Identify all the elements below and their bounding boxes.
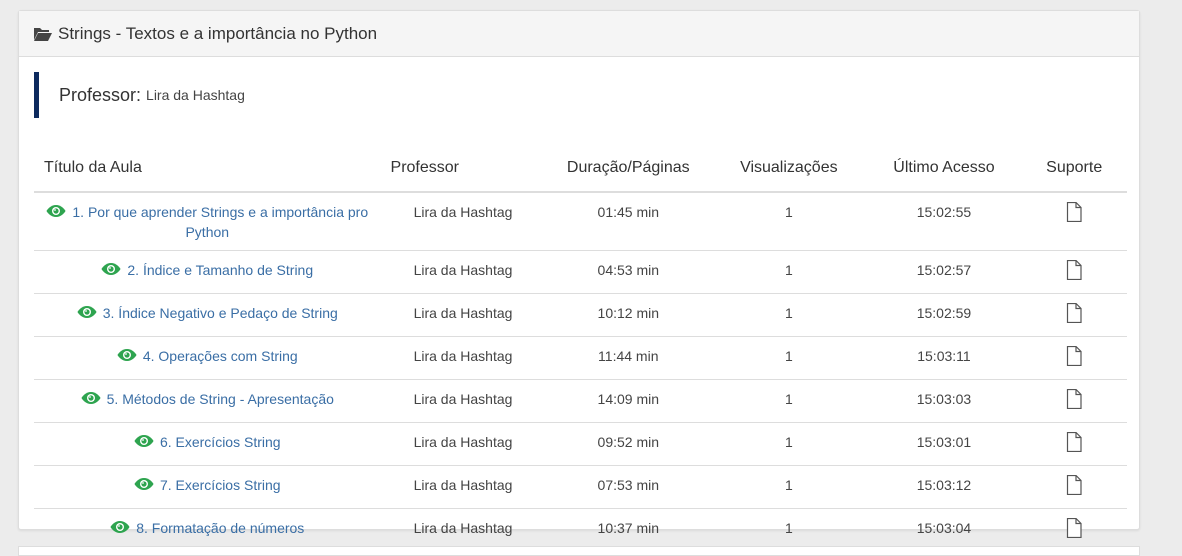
- table-row: 1. Por que aprender Strings e a importân…: [34, 192, 1127, 251]
- lesson-professor: Lira da Hashtag: [380, 465, 546, 509]
- lesson-last-access: 15:03:12: [866, 465, 1022, 509]
- lesson-views: 1: [711, 379, 867, 423]
- column-header-views: Visualizações: [711, 144, 867, 193]
- lesson-link[interactable]: 2. Índice e Tamanho de String: [127, 262, 313, 278]
- lesson-views: 1: [711, 422, 867, 466]
- file-icon[interactable]: [1066, 388, 1082, 410]
- next-panel-edge: [18, 546, 1140, 556]
- table-header-row: Título da Aula Professor Duração/Páginas…: [34, 144, 1127, 193]
- lesson-professor: Lira da Hashtag: [380, 422, 546, 466]
- lesson-views: 1: [711, 250, 867, 294]
- lesson-duration: 10:12 min: [545, 293, 712, 337]
- eye-icon: [117, 347, 137, 361]
- file-icon[interactable]: [1066, 345, 1082, 367]
- lesson-last-access: 15:02:59: [866, 293, 1022, 337]
- lesson-link[interactable]: 8. Formatação de números: [136, 520, 304, 536]
- table-row: 8. Formatação de números Lira da Hashtag…: [34, 509, 1127, 552]
- lesson-professor: Lira da Hashtag: [380, 250, 546, 294]
- eye-icon: [110, 519, 130, 533]
- eye-icon: [77, 304, 97, 318]
- lesson-views: 1: [784, 520, 793, 536]
- eye-icon: [46, 203, 66, 217]
- column-header-professor: Professor: [380, 144, 546, 193]
- file-icon[interactable]: [1066, 201, 1082, 223]
- lesson-duration: 07:53 min: [545, 465, 712, 509]
- column-header-support: Suporte: [1021, 144, 1127, 193]
- lesson-link[interactable]: 3. Índice Negativo e Pedaço de String: [103, 305, 338, 321]
- lesson-professor: Lira da Hashtag: [380, 379, 546, 423]
- table-row: 6. Exercícios String Lira da Hashtag 09:…: [34, 422, 1127, 466]
- lesson-views: 1: [711, 336, 867, 380]
- lesson-last-access: 15:02:57: [866, 250, 1022, 294]
- file-icon[interactable]: [1066, 517, 1082, 539]
- lesson-professor: Lira da Hashtag: [380, 192, 546, 251]
- eye-icon: [134, 433, 154, 447]
- eye-icon: [81, 390, 101, 404]
- lesson-views: 1: [711, 293, 867, 337]
- table-row: 7. Exercícios String Lira da Hashtag 07:…: [34, 465, 1127, 509]
- lesson-duration: 11:44 min: [545, 336, 712, 380]
- teacher-label: Professor:: [59, 84, 142, 105]
- table-row: 5. Métodos de String - Apresentação Lira…: [34, 379, 1127, 423]
- eye-icon: [101, 261, 121, 275]
- lesson-link[interactable]: 1. Por que aprender Strings e a importân…: [72, 204, 368, 240]
- lesson-last-access: 15:03:11: [866, 336, 1022, 380]
- lesson-duration: 10:37 min: [597, 520, 660, 536]
- lesson-duration: 09:52 min: [545, 422, 712, 466]
- file-icon[interactable]: [1066, 474, 1082, 496]
- file-icon[interactable]: [1066, 259, 1082, 281]
- file-icon[interactable]: [1066, 431, 1082, 453]
- eye-icon: [134, 476, 154, 490]
- lessons-table: Título da Aula Professor Duração/Páginas…: [34, 144, 1127, 551]
- lesson-link[interactable]: 4. Operações com String: [143, 348, 298, 364]
- lesson-duration: 04:53 min: [545, 250, 712, 294]
- module-title: Strings - Textos e a importância no Pyth…: [58, 23, 378, 43]
- lesson-last-access: 15:03:01: [866, 422, 1022, 466]
- lesson-views: 1: [711, 465, 867, 509]
- lesson-link[interactable]: 5. Métodos de String - Apresentação: [107, 391, 334, 407]
- module-header[interactable]: Strings - Textos e a importância no Pyth…: [19, 11, 1139, 57]
- folder-open-icon: [33, 26, 53, 42]
- lesson-last-access: 15:03:04: [916, 520, 972, 536]
- column-header-title: Título da Aula: [34, 144, 381, 193]
- teacher-name: Lira da Hashtag: [146, 87, 245, 103]
- lesson-duration: 01:45 min: [545, 192, 712, 251]
- table-row: 3. Índice Negativo e Pedaço de String Li…: [34, 293, 1127, 337]
- lesson-link[interactable]: 7. Exercícios String: [160, 477, 281, 493]
- column-header-last-access: Último Acesso: [866, 144, 1022, 193]
- lesson-professor: Lira da Hashtag: [380, 293, 546, 337]
- table-row: 4. Operações com String Lira da Hashtag …: [34, 336, 1127, 380]
- teacher-info: Professor: Lira da Hashtag: [34, 72, 245, 118]
- lesson-duration: 14:09 min: [545, 379, 712, 423]
- lesson-last-access: 15:03:03: [866, 379, 1022, 423]
- lesson-views: 1: [711, 192, 867, 251]
- lesson-professor: Lira da Hashtag: [380, 336, 546, 380]
- module-panel: Strings - Textos e a importância no Pyth…: [18, 10, 1140, 539]
- table-row: 2. Índice e Tamanho de String Lira da Ha…: [34, 250, 1127, 294]
- lesson-last-access: 15:02:55: [866, 192, 1022, 251]
- lesson-link[interactable]: 6. Exercícios String: [160, 434, 281, 450]
- lesson-professor: Lira da Hashtag: [413, 520, 513, 536]
- file-icon[interactable]: [1066, 302, 1082, 324]
- column-header-duration: Duração/Páginas: [545, 144, 712, 193]
